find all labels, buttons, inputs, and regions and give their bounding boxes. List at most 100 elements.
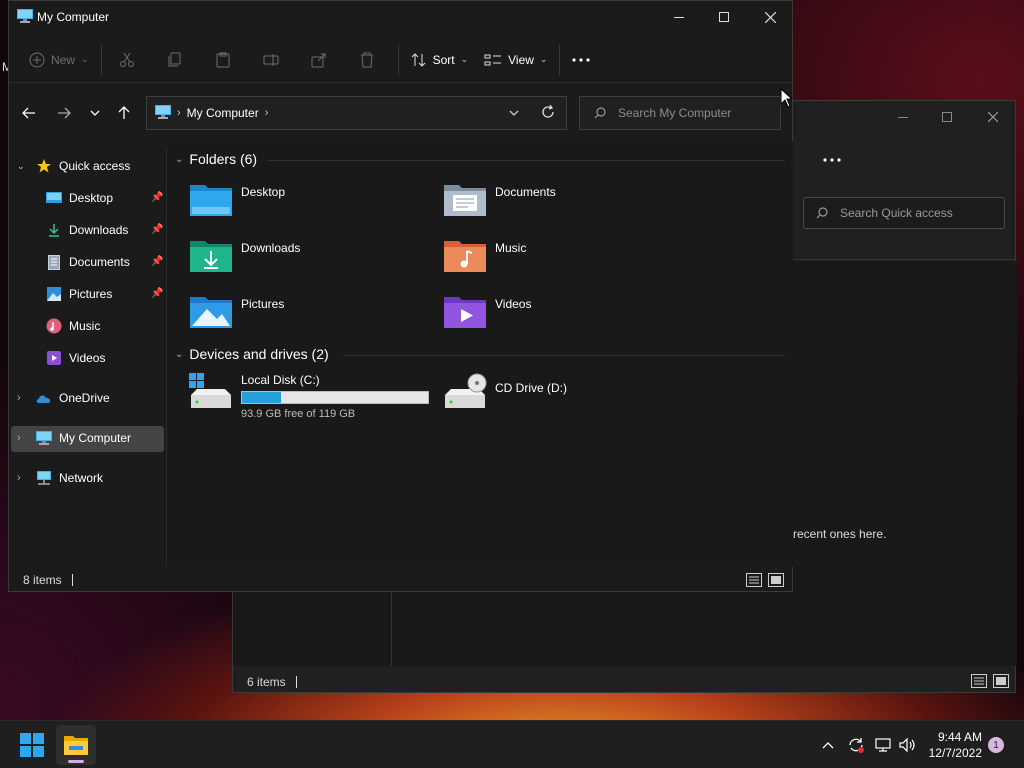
network-status-icon[interactable]: [870, 737, 896, 753]
pin-icon[interactable]: 📌: [151, 256, 163, 267]
more-options-button[interactable]: [564, 44, 604, 76]
scissors-icon: [119, 52, 134, 67]
drive-free-space: 93.9 GB free of 119 GB: [241, 408, 356, 420]
back-button[interactable]: [15, 99, 43, 127]
sidebar-item-documents[interactable]: Documents: [45, 249, 130, 275]
drive-tile-d[interactable]: CD Drive (D:): [443, 373, 567, 414]
file-explorer-icon: [64, 736, 88, 755]
notification-badge[interactable]: 1: [988, 737, 1004, 753]
title-bar[interactable]: My Computer: [9, 1, 792, 33]
chevron-right-icon[interactable]: ›: [17, 392, 31, 404]
clock[interactable]: 9:44 AM 12/7/2022: [918, 729, 982, 761]
folder-tile-music[interactable]: Music: [443, 237, 526, 276]
music-icon: [45, 318, 63, 334]
computer-icon: [155, 104, 171, 122]
windows-logo-icon: [20, 733, 44, 757]
plus-circle-icon: [29, 52, 45, 67]
refresh-button[interactable]: [541, 104, 555, 122]
explorer-window[interactable]: My Computer New ⌄ Sort ⌄ View ⌄ › My Com…: [8, 0, 793, 592]
sync-icon[interactable]: [842, 737, 870, 753]
address-bar[interactable]: › My Computer ›: [146, 96, 567, 130]
trash-icon: [360, 52, 373, 67]
search-input[interactable]: Search My Computer: [579, 96, 781, 130]
sidebar-label: Videos: [69, 351, 106, 365]
view-button[interactable]: View ⌄: [476, 44, 555, 76]
group-title: Folders (6): [189, 151, 258, 167]
cut-button[interactable]: [106, 44, 154, 76]
pin-icon[interactable]: 📌: [151, 224, 163, 235]
details-view-icon[interactable]: [746, 573, 762, 590]
document-icon: [45, 254, 63, 270]
folder-tile-downloads[interactable]: Downloads: [189, 237, 300, 276]
up-button[interactable]: [110, 99, 138, 127]
folder-tile-pictures[interactable]: Pictures: [189, 293, 284, 332]
chevron-right-icon[interactable]: ›: [17, 432, 31, 444]
drives-group-header[interactable]: ⌄ Devices and drives (2): [175, 346, 329, 362]
start-button[interactable]: [12, 725, 52, 765]
rename-button[interactable]: [250, 44, 298, 76]
sidebar-label: My Computer: [59, 431, 132, 445]
back-search-input[interactable]: Search Quick access: [803, 197, 1005, 229]
download-icon: [45, 223, 63, 237]
search-icon: [816, 207, 828, 219]
recent-locations-button[interactable]: [81, 99, 109, 127]
videos-folder-icon: [443, 293, 487, 332]
sidebar-item-videos[interactable]: Videos: [45, 345, 105, 371]
volume-icon[interactable]: [896, 737, 920, 753]
tiles-view-icon[interactable]: [993, 674, 1009, 691]
copy-button[interactable]: [154, 44, 202, 76]
sidebar-item-desktop[interactable]: Desktop: [45, 185, 113, 211]
close-button[interactable]: [747, 3, 793, 31]
group-divider: [343, 355, 785, 356]
sidebar-item-onedrive[interactable]: › OneDrive: [17, 385, 110, 411]
computer-icon: [17, 9, 33, 26]
paste-button[interactable]: [202, 44, 250, 76]
status-bar: 8 items: [9, 569, 792, 591]
folder-tile-documents[interactable]: Documents: [443, 181, 556, 220]
forward-button[interactable]: [50, 99, 78, 127]
folder-label: Documents: [495, 185, 556, 199]
local-disk-icon: [189, 373, 233, 420]
cloud-icon: [35, 392, 53, 404]
delete-button[interactable]: [346, 44, 394, 76]
back-minimize-button[interactable]: [880, 105, 926, 129]
pin-icon[interactable]: 📌: [151, 192, 163, 203]
chevron-right-icon[interactable]: ›: [17, 472, 31, 484]
sidebar-item-network[interactable]: › Network: [17, 465, 103, 491]
back-more-button[interactable]: [823, 151, 843, 165]
share-button[interactable]: [298, 44, 346, 76]
folder-tile-desktop[interactable]: Desktop: [189, 181, 285, 220]
sidebar-item-downloads[interactable]: Downloads: [45, 217, 128, 243]
folder-label: Music: [495, 241, 527, 255]
sidebar-item-my-computer[interactable]: › My Computer: [17, 425, 131, 451]
sort-button[interactable]: Sort ⌄: [403, 44, 477, 76]
pin-icon[interactable]: 📌: [151, 288, 163, 299]
system-tray: [818, 721, 920, 768]
file-explorer-taskbar-button[interactable]: [56, 725, 96, 765]
address-dropdown-button[interactable]: [509, 105, 519, 119]
search-placeholder: Search My Computer: [618, 106, 732, 120]
new-button[interactable]: New ⌄: [21, 44, 97, 76]
sidebar-item-pictures[interactable]: Pictures: [45, 281, 112, 307]
back-maximize-button[interactable]: [924, 105, 970, 129]
clipboard-icon: [216, 52, 230, 67]
folder-label: Downloads: [241, 241, 301, 255]
back-empty-message: recent ones here.: [793, 527, 887, 541]
folders-group-header[interactable]: ⌄ Folders (6): [175, 151, 257, 167]
desktop-icon: [45, 191, 63, 205]
drive-label: CD Drive (D:): [495, 381, 567, 395]
arrow-right-icon: [58, 107, 71, 119]
desktop-folder-icon: [189, 181, 233, 220]
minimize-button[interactable]: [656, 3, 702, 31]
maximize-button[interactable]: [701, 3, 747, 31]
tiles-view-icon[interactable]: [768, 573, 784, 590]
details-view-icon[interactable]: [971, 674, 987, 691]
back-close-button[interactable]: [970, 105, 1016, 129]
folder-tile-videos[interactable]: Videos: [443, 293, 531, 332]
sidebar-item-quick-access[interactable]: ⌄ Quick access: [17, 153, 130, 179]
chevron-up-icon[interactable]: [818, 741, 838, 749]
drive-tile-c[interactable]: Local Disk (C:) 93.9 GB free of 119 GB: [189, 373, 429, 420]
breadcrumb[interactable]: My Computer: [187, 106, 259, 120]
chevron-down-icon[interactable]: ⌄: [17, 161, 31, 172]
sidebar-item-music[interactable]: Music: [45, 313, 100, 339]
